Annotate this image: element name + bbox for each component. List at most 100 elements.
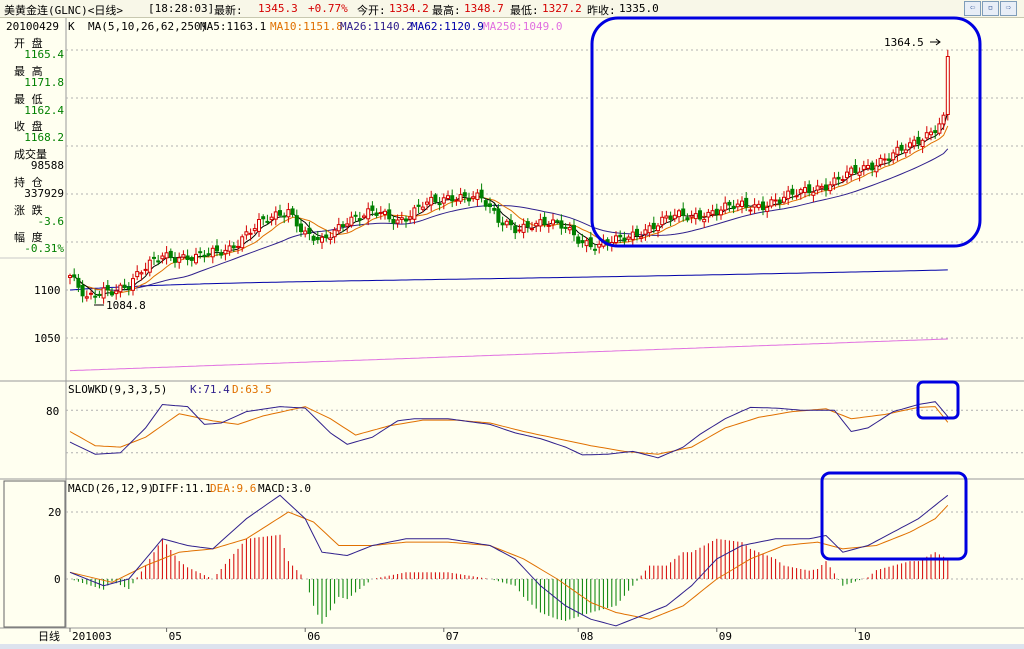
macd-axis-box xyxy=(3,480,66,628)
candle-body xyxy=(269,216,274,221)
candle-body xyxy=(740,200,744,208)
ma250-legend: MA250:1049.0 xyxy=(483,20,562,33)
candle-body xyxy=(97,293,102,296)
candle-body xyxy=(437,203,442,206)
candle-body xyxy=(420,206,425,210)
candle-body xyxy=(198,251,203,254)
candle-body xyxy=(311,235,316,241)
candle-body xyxy=(378,212,383,214)
candle-body xyxy=(941,114,946,125)
candle-body xyxy=(450,195,455,202)
ma10-line xyxy=(69,125,949,294)
candle-body xyxy=(635,228,639,236)
kd-k-value: K:71.4 xyxy=(190,383,230,396)
candle-body xyxy=(857,171,862,176)
candle-body xyxy=(227,245,232,252)
kline-chart[interactable]: K MA(5,10,26,62,250) MA5:1163.1 MA10:115… xyxy=(0,0,1024,644)
candle-body xyxy=(647,225,652,234)
candle-body xyxy=(782,196,786,203)
price-tick-1050: 1050 xyxy=(34,332,61,345)
candle-body xyxy=(152,256,156,259)
kd-legend: SLOWKD(9,3,3,5) K:71.4 D:63.5 xyxy=(68,383,272,396)
candle-body xyxy=(614,235,618,243)
ma-params: MA(5,10,26,62,250) xyxy=(88,20,207,33)
candle-body xyxy=(672,214,677,220)
candle-body xyxy=(870,162,875,171)
candle-body xyxy=(353,214,358,217)
macd-legend: MACD(26,12,9) DIFF:11.1 DEA:9.6 MACD:3.0 xyxy=(68,482,311,495)
candle-body xyxy=(509,220,513,226)
candle-body xyxy=(693,213,698,220)
time-label: 10 xyxy=(857,630,870,643)
candle-body xyxy=(282,215,287,218)
macd-diff-value: DIFF:11.1 xyxy=(152,482,212,495)
candle-body xyxy=(761,201,765,211)
candle-body xyxy=(286,209,291,218)
macd-tick-0: 0 xyxy=(54,573,61,586)
candle-body xyxy=(681,208,686,216)
candle-body xyxy=(156,260,161,263)
candle-body xyxy=(374,212,379,216)
candle-body xyxy=(160,255,165,260)
candle-body xyxy=(252,228,257,232)
candle-body xyxy=(920,139,925,148)
candle-body xyxy=(559,220,564,229)
candle-body xyxy=(945,56,950,115)
candle-body xyxy=(215,245,219,252)
candle-body xyxy=(89,292,93,295)
candle-body xyxy=(219,252,224,256)
candle-body xyxy=(887,158,891,161)
candle-body xyxy=(471,196,476,199)
candle-body xyxy=(719,209,723,216)
candle-body xyxy=(236,245,240,248)
time-label: 09 xyxy=(719,630,732,643)
candle-body xyxy=(933,130,938,134)
kd-d-value: D:63.5 xyxy=(232,383,272,396)
candle-body xyxy=(530,228,534,231)
candle-body xyxy=(475,192,480,200)
macd-grid xyxy=(66,511,1024,580)
candle-body xyxy=(588,237,593,248)
candle-body xyxy=(824,184,828,191)
candle-body xyxy=(538,219,543,227)
high-annotation: 1364.5 xyxy=(884,36,924,49)
main-legend: K MA(5,10,26,62,250) MA5:1163.1 MA10:115… xyxy=(68,20,562,33)
candle-body xyxy=(794,195,799,198)
candle-body xyxy=(903,149,908,154)
time-label: 201003 xyxy=(72,630,112,643)
candle-body xyxy=(643,229,648,235)
candle-body xyxy=(278,210,282,216)
candle-body xyxy=(769,199,774,207)
candle-body xyxy=(164,252,169,259)
candle-body xyxy=(126,286,131,290)
ma5-path xyxy=(69,111,949,297)
candle-body xyxy=(210,247,215,258)
candle-body xyxy=(93,295,98,298)
candle-body xyxy=(924,132,929,139)
candlestick-series xyxy=(68,49,950,304)
candle-body xyxy=(891,152,896,161)
candle-body xyxy=(756,203,761,209)
candle-body xyxy=(517,229,522,232)
candle-body xyxy=(546,224,551,227)
candle-body xyxy=(929,131,933,136)
candle-body xyxy=(828,184,833,192)
candle-body xyxy=(458,194,463,202)
candle-body xyxy=(651,222,656,230)
kd-grid xyxy=(66,409,1024,454)
ma62-path xyxy=(69,269,948,291)
candle-body xyxy=(336,224,341,232)
candle-body xyxy=(244,231,249,236)
candle-body xyxy=(206,253,211,256)
candle-body xyxy=(341,224,345,228)
candle-body xyxy=(168,250,173,259)
candle-body xyxy=(731,205,736,210)
candle-body xyxy=(273,211,278,220)
candle-body xyxy=(248,232,253,235)
candle-body xyxy=(261,216,266,220)
candle-body xyxy=(748,209,753,212)
candle-body xyxy=(366,208,371,220)
time-label: 06 xyxy=(307,630,320,643)
candle-body xyxy=(462,192,467,197)
candle-body xyxy=(555,220,560,223)
